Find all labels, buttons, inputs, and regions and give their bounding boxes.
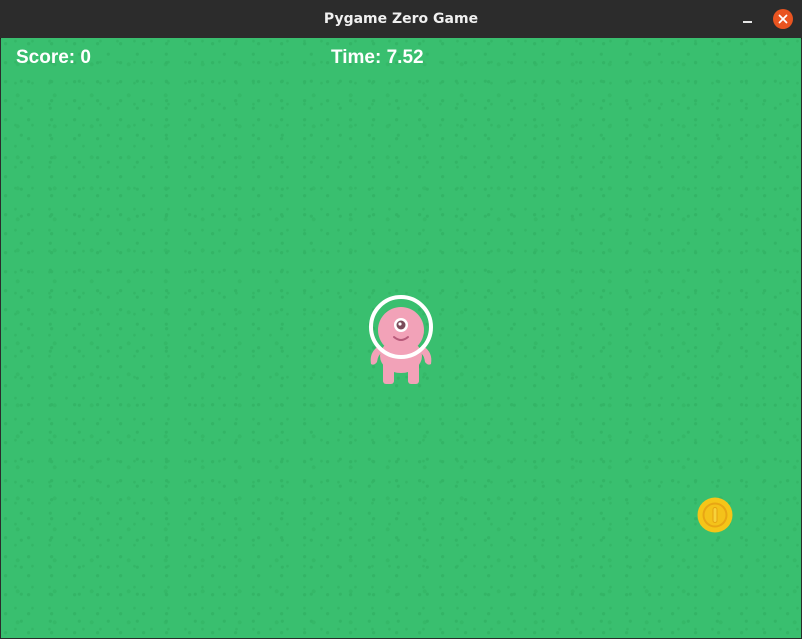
window-title: Pygame Zero Game bbox=[323, 11, 479, 27]
time-label: Time: 7.52 bbox=[331, 47, 424, 68]
pink-alien-icon bbox=[369, 295, 433, 384]
game-canvas[interactable]: Score: 0 Time: 7.52 bbox=[1, 38, 801, 638]
title-bar[interactable]: Pygame Zero Game bbox=[0, 0, 802, 39]
close-button[interactable] bbox=[773, 9, 793, 29]
score-label: Score: 0 bbox=[16, 47, 91, 68]
close-icon bbox=[778, 14, 788, 24]
gold-coin-icon bbox=[697, 497, 733, 533]
game-window: Pygame Zero Game Score: 0 Time: 7.52 bbox=[0, 0, 802, 639]
minimize-button[interactable] bbox=[741, 13, 755, 27]
